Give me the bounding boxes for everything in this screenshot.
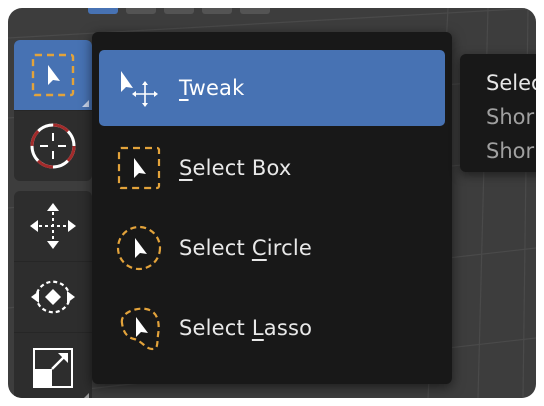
tool-shelf [14, 40, 92, 398]
menu-item-label: Tweak [179, 76, 245, 100]
scale-icon [33, 348, 73, 388]
select-box-icon [117, 146, 161, 190]
select-mode-buttons [88, 8, 288, 16]
tooltip-shortcut-line: Shor [486, 139, 535, 163]
menu-item-select-lasso[interactable]: Select Lasso [99, 290, 445, 366]
move-tool-button[interactable] [14, 191, 92, 262]
tweak-icon [121, 71, 158, 107]
select-mode-extend-button[interactable] [126, 8, 156, 14]
select-tool-popup-menu: Tweak Select Box Select Circle Select La… [92, 32, 452, 384]
select-mode-invert-button[interactable] [202, 8, 232, 14]
tooltip-title: Selec [486, 71, 536, 95]
select-mode-subtract-button[interactable] [164, 8, 194, 14]
select-lasso-icon [120, 307, 160, 351]
3d-viewport[interactable]: Tweak Select Box Select Circle Select La… [8, 8, 536, 398]
tool-tooltip: Selec Shor Shor [460, 54, 536, 172]
scale-tool-button[interactable] [14, 333, 92, 398]
tool-group-transform [14, 191, 92, 398]
select-circle-icon [116, 225, 162, 271]
select-mode-intersect-button[interactable] [240, 8, 270, 14]
select-box-icon [31, 53, 75, 97]
menu-item-select-box[interactable]: Select Box [99, 130, 445, 206]
select-mode-new-button[interactable] [88, 8, 118, 14]
tool-group-select [14, 40, 92, 181]
menu-item-select-circle[interactable]: Select Circle [99, 210, 445, 286]
menu-item-tweak[interactable]: Tweak [99, 50, 445, 126]
menu-item-label: Select Lasso [179, 316, 313, 340]
submenu-indicator-icon [82, 100, 89, 107]
cursor-tool-button[interactable] [14, 111, 92, 181]
menu-item-label: Select Box [179, 156, 292, 180]
rotate-tool-button[interactable] [14, 262, 92, 333]
menu-item-label: Select Circle [179, 236, 313, 260]
tooltip-shortcut-line: Shor [486, 105, 535, 129]
select-box-tool-button[interactable] [14, 40, 92, 111]
move-arrows-icon [30, 203, 76, 249]
cursor-3d-icon [30, 123, 76, 169]
rotate-icon [31, 280, 75, 314]
submenu-indicator-icon [82, 393, 89, 398]
